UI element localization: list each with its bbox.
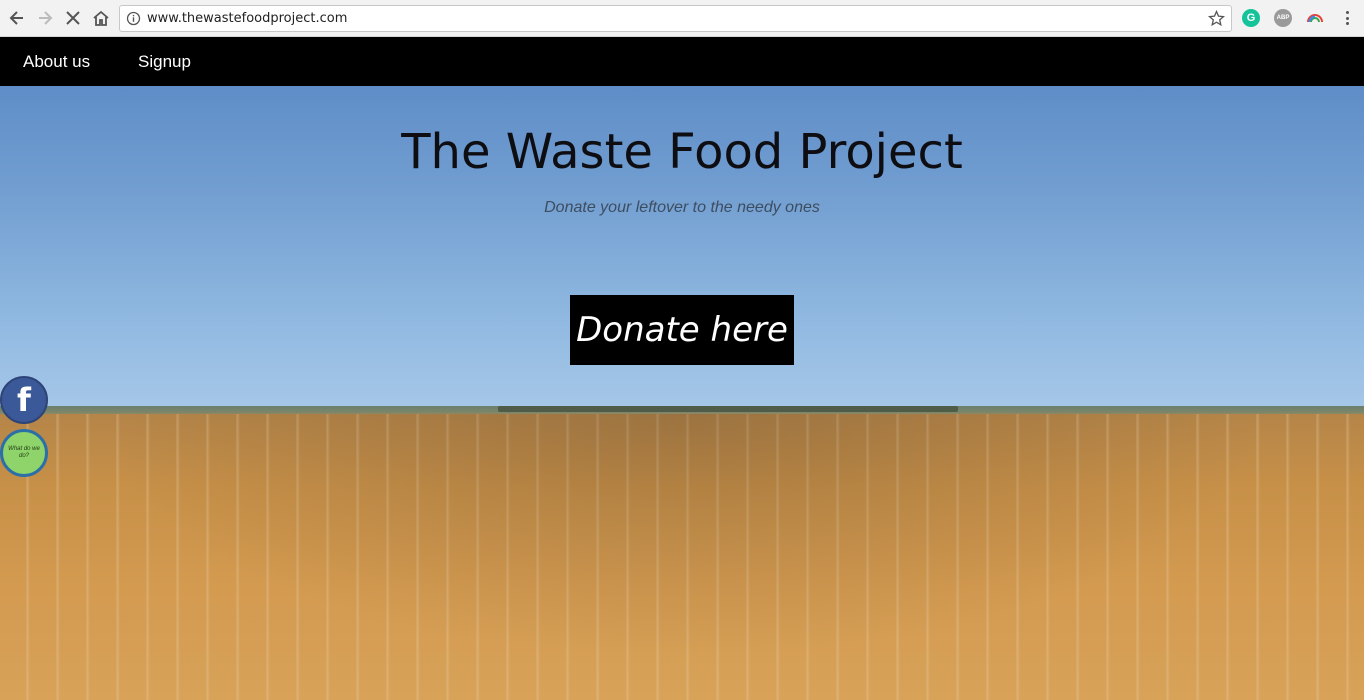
donate-button[interactable]: Donate here [570,295,794,365]
nav-about-link[interactable]: About us [23,52,90,72]
nav-signup-link[interactable]: Signup [138,52,191,72]
what-we-do-label: What do we do? [8,446,40,459]
page-subtitle: Donate your leftover to the needy ones [544,199,820,216]
facebook-icon[interactable]: f [0,376,48,424]
back-icon[interactable] [6,7,28,29]
site-navbar: About us Signup [0,37,1364,86]
home-icon[interactable] [90,7,112,29]
field-background [0,414,1364,700]
address-bar[interactable]: www.thewastefoodproject.com [119,5,1232,32]
what-we-do-button[interactable]: What do we do? [0,429,48,477]
star-icon[interactable] [1208,10,1225,27]
info-icon[interactable] [126,11,141,26]
adblock-icon[interactable]: ABP [1274,9,1292,27]
browser-menu-icon[interactable] [1340,9,1354,27]
grammarly-icon[interactable]: G [1242,9,1260,27]
adblock-label: ABP [1276,15,1290,21]
facebook-glyph: f [17,381,31,419]
stop-icon[interactable] [62,7,84,29]
url-text[interactable]: www.thewastefoodproject.com [147,11,347,26]
rainbow-extension-icon[interactable] [1306,9,1324,27]
treeline [498,406,958,412]
grammarly-label: G [1246,12,1256,24]
forward-icon[interactable] [34,7,56,29]
browser-toolbar: www.thewastefoodproject.com G ABP [0,0,1364,37]
hero-section: The Waste Food Project Donate your lefto… [0,86,1364,700]
page-title: The Waste Food Project [401,124,963,180]
